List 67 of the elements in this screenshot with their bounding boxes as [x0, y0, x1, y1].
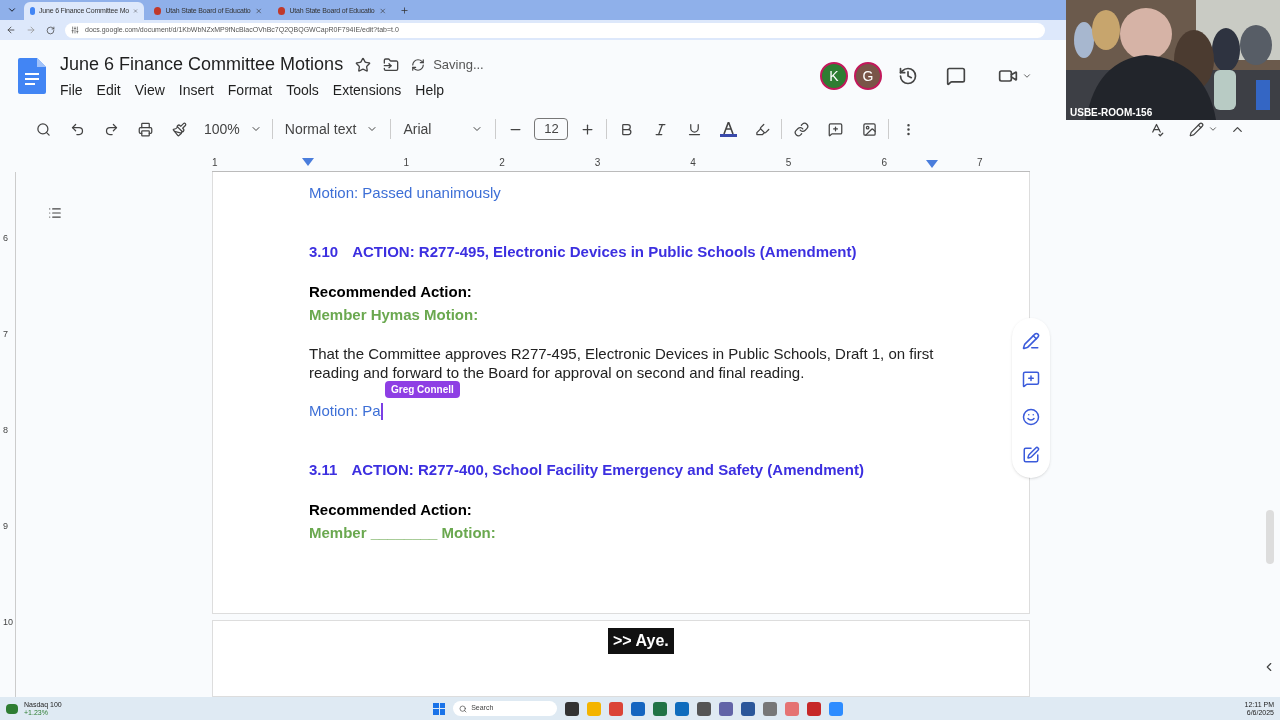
ruler-number: 6 [2, 232, 9, 245]
section-number: 3.10 [309, 241, 339, 262]
reload-icon[interactable] [46, 25, 55, 35]
comments-icon[interactable] [946, 66, 966, 86]
video-caption: USBE-ROOM-156 [1070, 106, 1153, 120]
caret-icon [1022, 71, 1032, 81]
save-status: Saving... [433, 55, 484, 74]
menu-item[interactable]: Insert [172, 80, 220, 101]
ruler-number: 9 [2, 520, 9, 533]
motion-text: Motion: Passed unanimously [309, 183, 501, 203]
ruler-number: 3 [594, 158, 601, 170]
move-folder-icon[interactable] [383, 56, 400, 73]
font-size-field[interactable]: 12 [534, 118, 569, 140]
menu-item[interactable]: Help [409, 80, 451, 101]
ruler-number: 5 [785, 158, 792, 170]
back-icon[interactable] [6, 25, 16, 35]
emoji-icon[interactable] [1022, 408, 1040, 426]
menu-item[interactable]: Extensions [326, 80, 408, 101]
ruler-number: 7 [976, 158, 983, 170]
ruler-number: 10 [2, 616, 14, 629]
menu-item[interactable]: File [54, 80, 89, 101]
ruler-number: 7 [2, 328, 9, 341]
label-text: Recommended Action: [309, 500, 472, 520]
font-dropdown[interactable]: Arial [395, 118, 492, 140]
scrollbar-thumb[interactable] [1266, 510, 1274, 564]
collaborator-avatar[interactable]: G [854, 62, 882, 90]
ruler-number: 8 [2, 424, 9, 437]
ruler-number: 2 [499, 158, 505, 170]
star-icon[interactable] [355, 56, 372, 73]
menu-item[interactable]: View [128, 80, 171, 101]
new-tab-icon[interactable] [400, 6, 409, 15]
caret-icon [1208, 124, 1218, 134]
list-icon [48, 206, 62, 220]
document-title[interactable]: June 6 Finance Committee Motions [60, 51, 344, 78]
zoom-dropdown[interactable]: 100% [198, 118, 268, 140]
label-text: Recommended Action: [309, 282, 472, 302]
collaborator-avatar[interactable]: K [820, 62, 848, 90]
motion-paragraph: That the Committee approves R277-495, Electronic Devices in Public Schools, Draft 1, on first reading and forward to the Board for approval on second and final reading. [309, 344, 935, 382]
section-heading: ACTION: R277-400, School Facility Emergency and Safety (Amendment) [351, 459, 864, 480]
menu-item[interactable]: Edit [90, 80, 127, 101]
member-text: Member ________ Motion: [309, 522, 496, 543]
docs-icon [30, 7, 36, 15]
ruler-number: 1 [403, 158, 410, 170]
site-settings-icon[interactable] [71, 26, 79, 34]
section-number: 3.11 [309, 459, 338, 480]
start-icon[interactable] [433, 702, 446, 715]
collaborator-label: Greg Connell [385, 381, 460, 398]
menu-item[interactable]: Tools [280, 80, 325, 101]
add-comment-icon[interactable] [1022, 370, 1040, 388]
pencil-icon [1189, 121, 1204, 137]
section-heading: ACTION: R277-495, Electronic Devices in Public Schools (Amendment) [352, 241, 857, 262]
motion-text: Motion: Pa [309, 401, 381, 421]
docs-logo[interactable] [18, 58, 46, 94]
editing-mode-button[interactable] [1189, 121, 1218, 137]
sync-icon [411, 57, 426, 72]
style-dropdown[interactable]: Normal text [276, 118, 387, 140]
ruler-number: 1 [212, 158, 218, 170]
ruler-number: 6 [881, 158, 887, 170]
suggest-edit-icon[interactable] [1022, 446, 1040, 464]
history-icon[interactable] [898, 66, 918, 86]
member-text: Member Hymas Motion: [309, 304, 479, 325]
text-cursor [380, 402, 383, 420]
live-caption: >> Aye. [608, 627, 674, 654]
ruler-number: 4 [690, 158, 696, 170]
search-icon [459, 704, 468, 713]
edit-icon[interactable] [1022, 332, 1040, 350]
menu-item[interactable]: Format [221, 80, 279, 101]
